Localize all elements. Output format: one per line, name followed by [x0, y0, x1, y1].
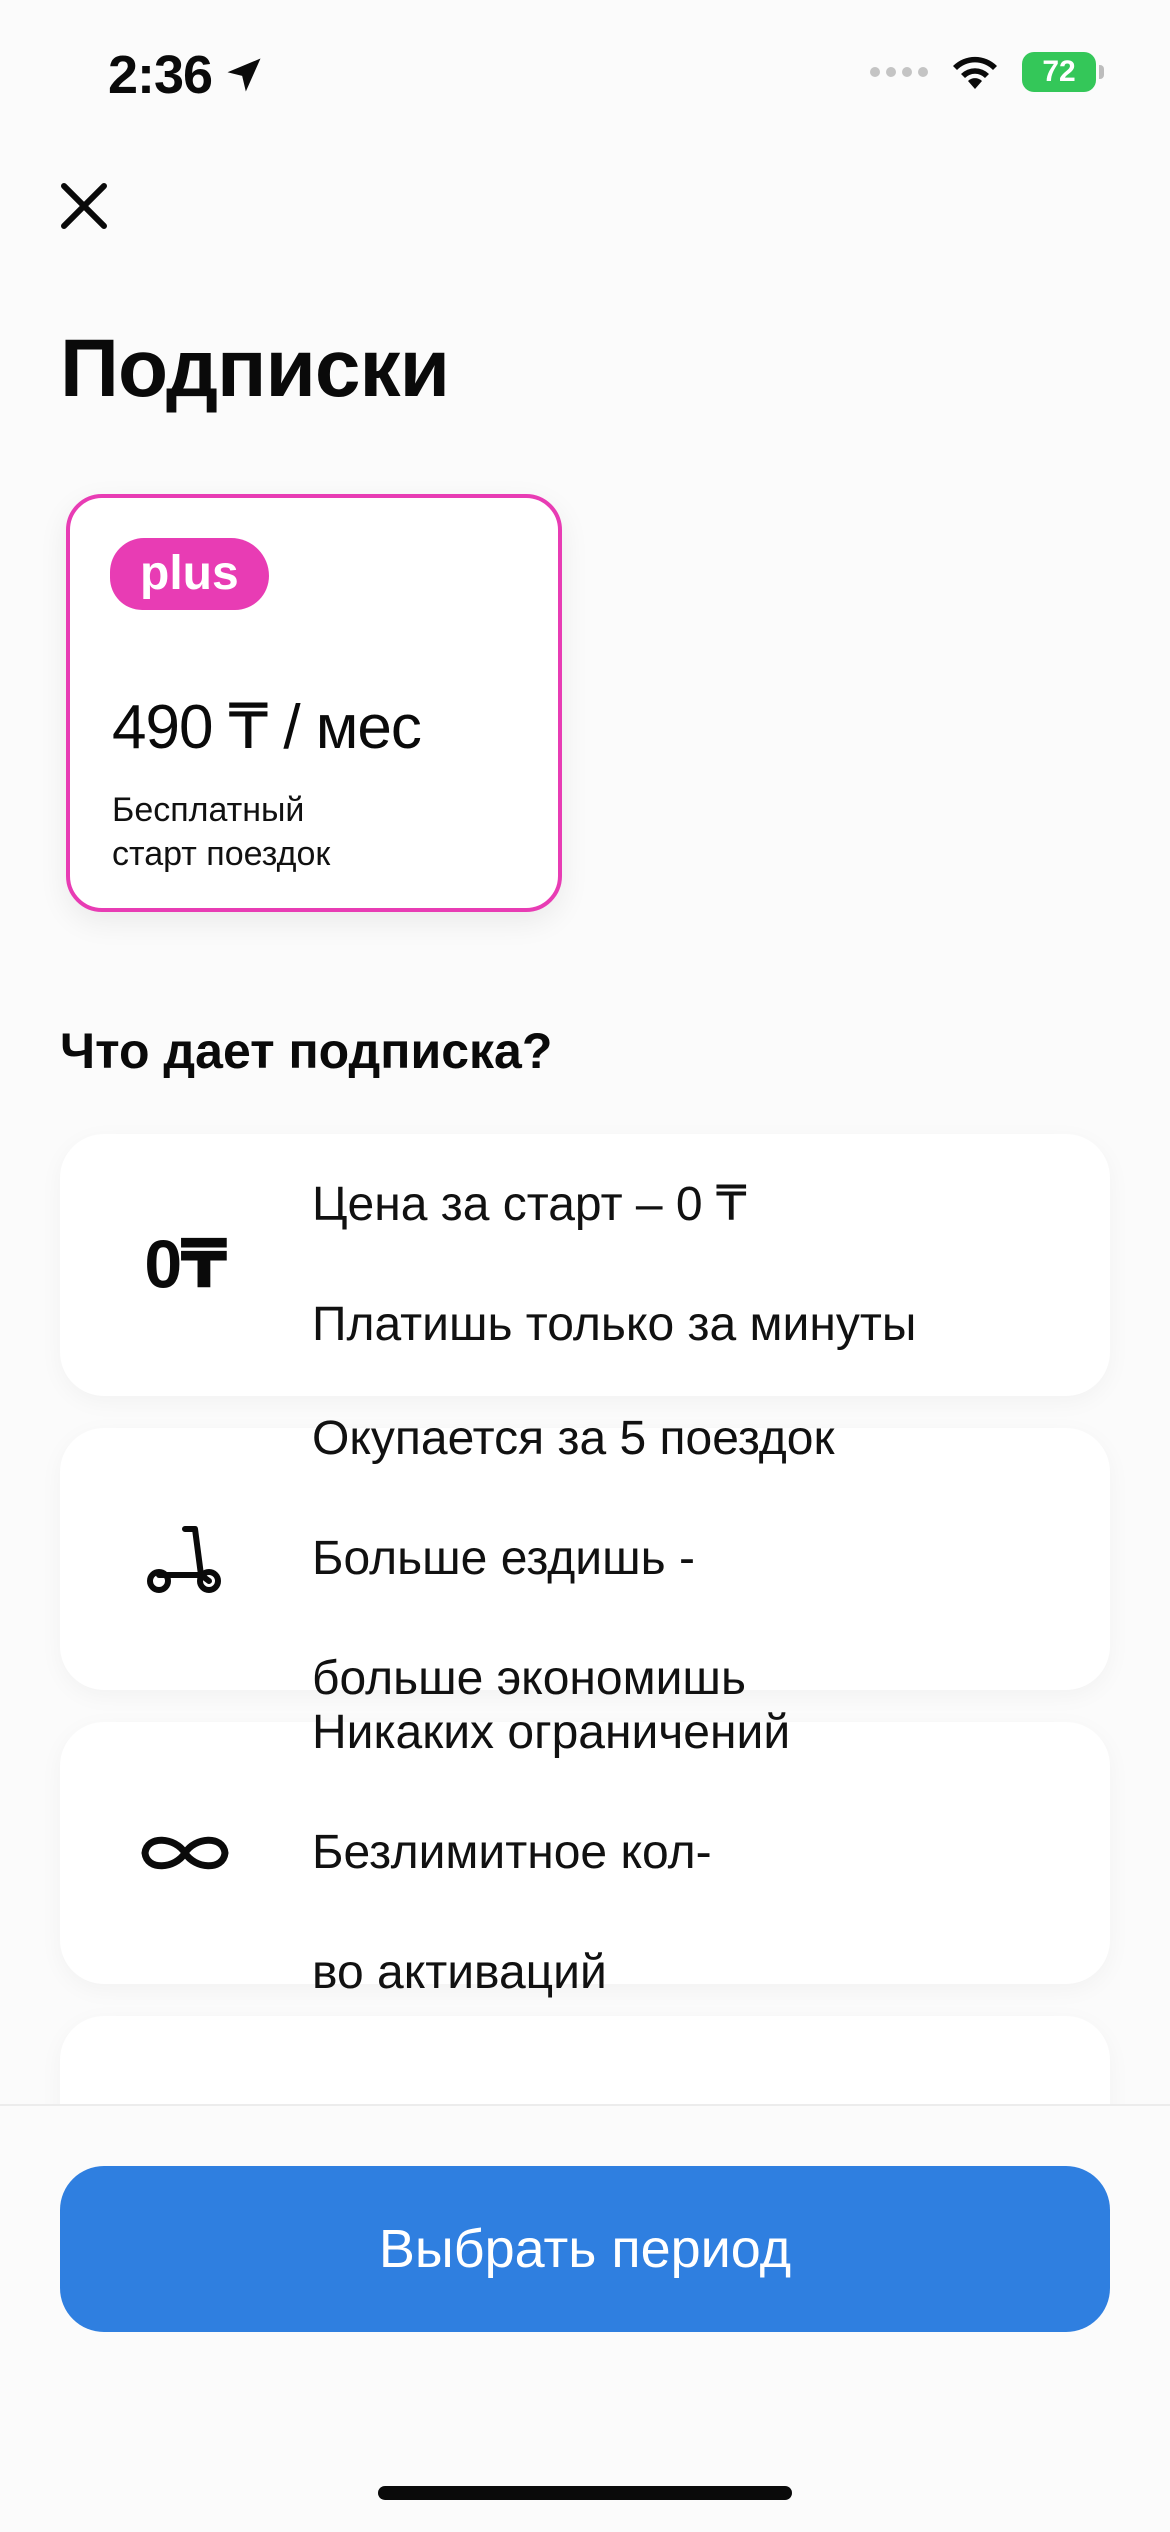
infinity-icon: [130, 1829, 240, 1877]
location-arrow-icon: [227, 58, 261, 92]
plan-price: 490 ₸ / мес: [112, 693, 422, 762]
zero-tenge-label: 0₸: [144, 1226, 227, 1303]
benefit-line: Окупается за 5 поездок: [312, 1412, 835, 1465]
benefit-text: Никаких ограничений Безлимитное кол- во …: [312, 1643, 790, 2063]
home-indicator[interactable]: [378, 2486, 792, 2500]
benefit-line: во активаций: [312, 1946, 607, 1999]
scooter-icon: [130, 1519, 240, 1599]
benefit-line: Платишь только за минуты: [312, 1298, 917, 1351]
benefits-section-title: Что дает подписка?: [60, 1023, 553, 1079]
select-period-button[interactable]: Выбрать период: [60, 2166, 1110, 2332]
status-indicators: 72: [870, 52, 1104, 92]
status-time-label: 2:36: [108, 45, 213, 105]
subscriptions-screen: 2:36 72 Подписки plus 490 ₸ / мес Беспла…: [0, 0, 1170, 2532]
benefit-line: Безлимитное кол-: [312, 1826, 712, 1879]
wifi-icon: [953, 56, 997, 89]
zero-tenge-icon: 0₸: [130, 1226, 240, 1305]
plan-description: Бесплатный старт поездок: [112, 788, 492, 876]
battery-level: 72: [1042, 55, 1076, 88]
plan-description-line: старт поездок: [112, 835, 331, 873]
battery-icon: 72: [1022, 52, 1104, 92]
page-title: Подписки: [60, 323, 450, 414]
bottom-panel: Выбрать период: [0, 2104, 1170, 2532]
benefit-card: Никаких ограничений Безлимитное кол- во …: [60, 1706, 1110, 1999]
close-icon[interactable]: [58, 180, 110, 232]
plan-card-plus[interactable]: plus 490 ₸ / мес Бесплатный старт поездо…: [66, 494, 562, 912]
benefit-line: Никаких ограничений: [312, 1706, 791, 1759]
benefit-line: Цена за старт – 0 ₸: [312, 1178, 747, 1231]
plan-description-line: Бесплатный: [112, 791, 305, 829]
benefit-line: Больше ездишь -: [312, 1532, 695, 1585]
plan-badge: plus: [110, 538, 269, 610]
cellular-signal-icon: [870, 67, 928, 77]
status-time: 2:36: [108, 44, 266, 106]
